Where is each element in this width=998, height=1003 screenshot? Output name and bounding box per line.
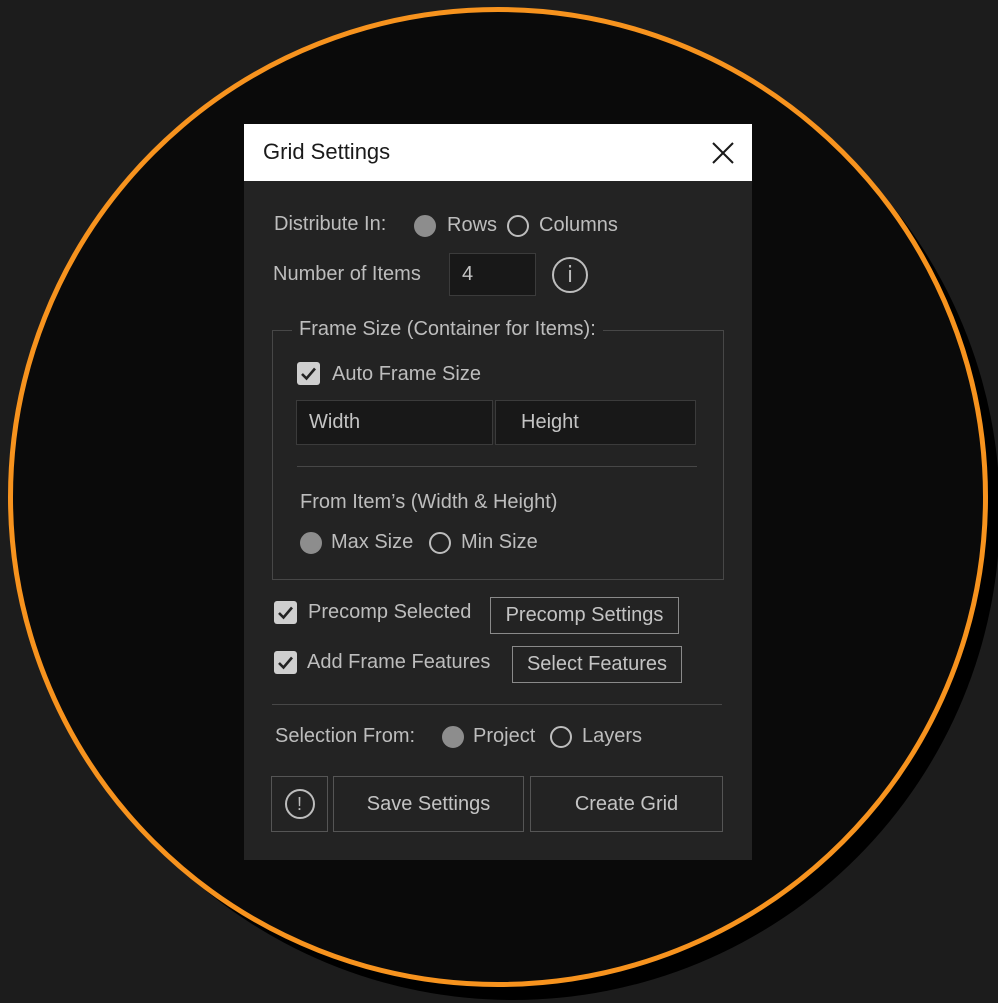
create-grid-button[interactable]: Create Grid xyxy=(530,776,723,832)
save-settings-button[interactable]: Save Settings xyxy=(333,776,524,832)
precomp-selected-label: Precomp Selected xyxy=(308,601,472,623)
number-of-items-input[interactable]: 4 xyxy=(449,253,536,296)
radio-layers[interactable] xyxy=(550,726,572,748)
from-items-label: From Item’s (Width & Height) xyxy=(300,491,558,513)
auto-frame-size-label: Auto Frame Size xyxy=(332,363,481,385)
number-of-items-value: 4 xyxy=(462,263,474,285)
number-of-items-label: Number of Items xyxy=(273,263,421,285)
radio-min-size-label: Min Size xyxy=(461,531,538,553)
distribute-label: Distribute In: xyxy=(274,213,387,235)
radio-layers-label: Layers xyxy=(582,725,643,747)
select-features-button[interactable]: Select Features xyxy=(512,646,682,683)
precomp-settings-button[interactable]: Precomp Settings xyxy=(490,597,679,634)
radio-rows-label: Rows xyxy=(447,214,498,236)
width-field[interactable]: Width xyxy=(296,400,493,445)
radio-max-size-label: Max Size xyxy=(331,531,414,553)
radio-rows[interactable] xyxy=(414,215,436,237)
height-field[interactable]: Height xyxy=(495,400,696,445)
stage: Grid Settings Distribute In: Rows Column… xyxy=(0,0,998,1003)
dialog-title: Grid Settings xyxy=(263,139,391,164)
auto-frame-size-checkbox[interactable] xyxy=(297,362,320,385)
checkmark-icon xyxy=(278,606,293,620)
alert-icon: ! xyxy=(284,789,315,819)
grid-settings-dialog: Grid Settings Distribute In: Rows Column… xyxy=(244,124,752,860)
radio-columns-label: Columns xyxy=(539,214,618,236)
radio-columns[interactable] xyxy=(507,215,529,237)
radio-project[interactable] xyxy=(442,726,464,748)
add-frame-features-label: Add Frame Features xyxy=(307,651,491,673)
alert-button[interactable]: ! xyxy=(271,776,328,832)
radio-max-size[interactable] xyxy=(300,532,322,554)
radio-min-size[interactable] xyxy=(429,532,451,554)
info-icon[interactable]: i xyxy=(552,257,588,293)
selection-from-label: Selection From: xyxy=(275,725,416,747)
checkmark-icon xyxy=(301,367,316,381)
checkmark-icon xyxy=(278,656,293,670)
frame-size-legend: Frame Size (Container for Items): xyxy=(292,318,603,341)
precomp-selected-checkbox[interactable] xyxy=(274,601,297,624)
close-icon[interactable] xyxy=(710,140,736,166)
radio-project-label: Project xyxy=(473,725,536,747)
add-frame-features-checkbox[interactable] xyxy=(274,651,297,674)
title-bar: Grid Settings xyxy=(244,124,752,181)
divider xyxy=(272,704,722,705)
divider xyxy=(297,466,697,467)
